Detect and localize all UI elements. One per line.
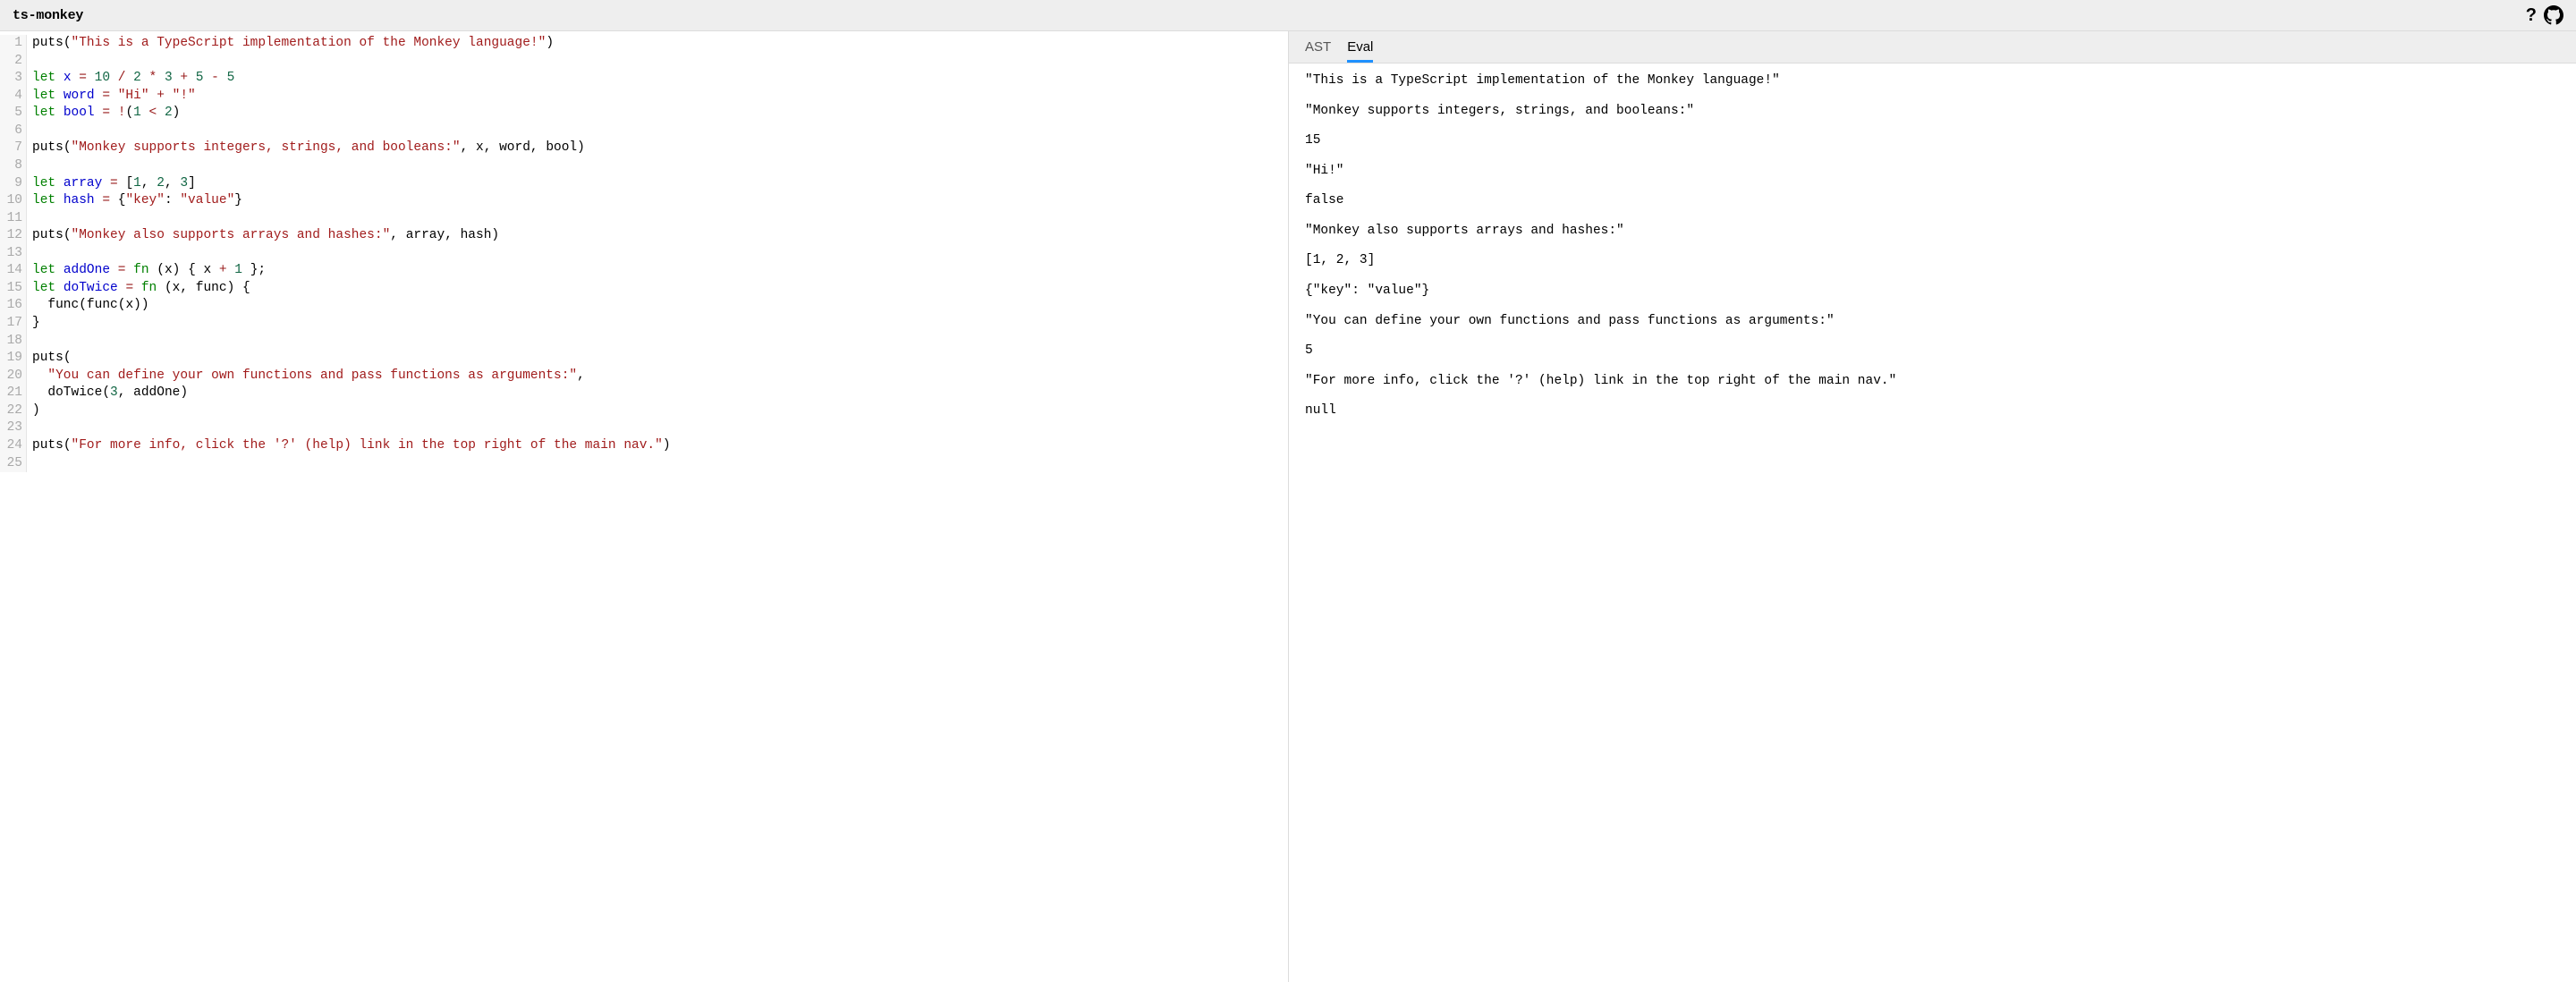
code-line[interactable] xyxy=(32,210,671,228)
output-line: "This is a TypeScript implementation of … xyxy=(1305,72,2560,90)
result-pane: AST Eval "This is a TypeScript implementa… xyxy=(1288,31,2576,982)
code-line[interactable]: "You can define your own functions and p… xyxy=(32,368,671,385)
line-number: 17 xyxy=(4,315,22,333)
line-number: 11 xyxy=(4,210,22,228)
help-icon[interactable]: ? xyxy=(2526,5,2537,26)
line-number: 2 xyxy=(4,53,22,71)
code-line[interactable]: let word = "Hi" + "!" xyxy=(32,88,671,106)
line-number: 23 xyxy=(4,419,22,437)
code-line[interactable]: let addOne = fn (x) { x + 1 }; xyxy=(32,262,671,280)
app-title: ts-monkey xyxy=(13,8,83,23)
line-number: 6 xyxy=(4,123,22,140)
code-line[interactable]: let x = 10 / 2 * 3 + 5 - 5 xyxy=(32,70,671,88)
header-actions: ? xyxy=(2526,5,2563,26)
output-line: "For more info, click the '?' (help) lin… xyxy=(1305,373,2560,391)
output-line: {"key": "value"} xyxy=(1305,283,2560,301)
github-icon[interactable] xyxy=(2544,5,2563,25)
code-line[interactable]: puts("Monkey also supports arrays and ha… xyxy=(32,227,671,245)
code-line[interactable]: puts("This is a TypeScript implementatio… xyxy=(32,35,671,53)
code-line[interactable]: doTwice(3, addOne) xyxy=(32,385,671,402)
line-number: 14 xyxy=(4,262,22,280)
line-number: 24 xyxy=(4,437,22,455)
code-line[interactable]: let doTwice = fn (x, func) { xyxy=(32,280,671,298)
output-line: [1, 2, 3] xyxy=(1305,252,2560,270)
line-number: 3 xyxy=(4,70,22,88)
line-number: 7 xyxy=(4,140,22,157)
line-number: 12 xyxy=(4,227,22,245)
code-line[interactable]: puts("Monkey supports integers, strings,… xyxy=(32,140,671,157)
output-line: "You can define your own functions and p… xyxy=(1305,313,2560,331)
result-tabs: AST Eval xyxy=(1289,31,2576,63)
line-number: 18 xyxy=(4,333,22,351)
line-number: 25 xyxy=(4,455,22,473)
line-number: 13 xyxy=(4,245,22,263)
code-line[interactable]: ) xyxy=(32,402,671,420)
line-number: 16 xyxy=(4,297,22,315)
main-split: 1234567891011121314151617181920212223242… xyxy=(0,31,2576,982)
code-line[interactable] xyxy=(32,123,671,140)
output-line: "Monkey also supports arrays and hashes:… xyxy=(1305,223,2560,241)
eval-output: "This is a TypeScript implementation of … xyxy=(1289,63,2576,982)
output-line: null xyxy=(1305,402,2560,420)
output-line: "Monkey supports integers, strings, and … xyxy=(1305,103,2560,121)
code-line[interactable] xyxy=(32,157,671,175)
code-line[interactable] xyxy=(32,53,671,71)
code-line[interactable] xyxy=(32,455,671,473)
tab-eval[interactable]: Eval xyxy=(1347,39,1373,63)
output-line: 5 xyxy=(1305,343,2560,360)
code-line[interactable]: puts("For more info, click the '?' (help… xyxy=(32,437,671,455)
line-number: 20 xyxy=(4,368,22,385)
line-number: 21 xyxy=(4,385,22,402)
code-line[interactable]: let bool = !(1 < 2) xyxy=(32,105,671,123)
output-line: 15 xyxy=(1305,132,2560,150)
line-number: 15 xyxy=(4,280,22,298)
code-line[interactable]: } xyxy=(32,315,671,333)
line-number: 9 xyxy=(4,175,22,193)
line-number: 4 xyxy=(4,88,22,106)
code-line[interactable]: let hash = {"key": "value"} xyxy=(32,192,671,210)
code-line[interactable]: puts( xyxy=(32,350,671,368)
tab-ast[interactable]: AST xyxy=(1305,39,1331,63)
line-number: 10 xyxy=(4,192,22,210)
output-line: "Hi!" xyxy=(1305,163,2560,181)
code-line[interactable]: let array = [1, 2, 3] xyxy=(32,175,671,193)
code-body[interactable]: puts("This is a TypeScript implementatio… xyxy=(27,35,671,472)
code-line[interactable] xyxy=(32,245,671,263)
line-number: 1 xyxy=(4,35,22,53)
code-line[interactable] xyxy=(32,333,671,351)
code-line[interactable] xyxy=(32,419,671,437)
line-number: 8 xyxy=(4,157,22,175)
app-header: ts-monkey ? xyxy=(0,0,2576,31)
editor-pane: 1234567891011121314151617181920212223242… xyxy=(0,31,1288,982)
code-editor[interactable]: 1234567891011121314151617181920212223242… xyxy=(0,31,1288,472)
line-number: 5 xyxy=(4,105,22,123)
output-line: false xyxy=(1305,192,2560,210)
line-gutter: 1234567891011121314151617181920212223242… xyxy=(0,35,27,472)
line-number: 22 xyxy=(4,402,22,420)
code-line[interactable]: func(func(x)) xyxy=(32,297,671,315)
line-number: 19 xyxy=(4,350,22,368)
